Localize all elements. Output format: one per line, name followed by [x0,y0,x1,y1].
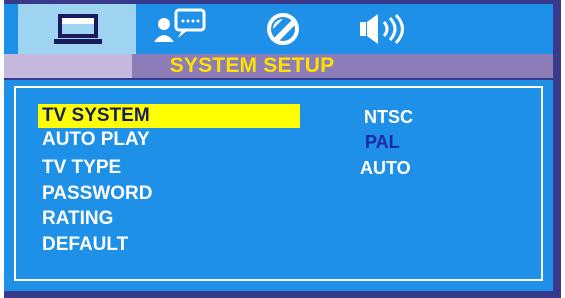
monitor-icon [52,12,104,51]
title-stripe-left [4,54,132,78]
menu-item-default[interactable]: DEFAULT [38,233,300,257]
menu-item-rating[interactable]: RATING [38,207,300,231]
tab-audio[interactable] [344,4,444,54]
tab-bar [4,4,553,60]
option-ntsc[interactable]: NTSC [364,105,413,129]
menu-item-password[interactable]: PASSWORD [38,182,300,206]
tab-video[interactable] [250,4,330,54]
menu-item-tv-type[interactable]: TV TYPE [38,156,300,180]
menu-item-auto-play[interactable]: AUTO PLAY [38,128,300,152]
person-speech-icon [150,8,206,53]
option-pal[interactable]: PAL [365,130,400,154]
circle-slash-icon [266,12,300,51]
speaker-icon [358,12,418,51]
menu-item-tv-system[interactable]: TV SYSTEM [38,104,300,128]
tab-system[interactable] [18,4,136,60]
page-title: SYSTEM SETUP [169,54,335,77]
tab-language[interactable] [138,4,238,54]
option-auto[interactable]: AUTO [360,156,411,180]
